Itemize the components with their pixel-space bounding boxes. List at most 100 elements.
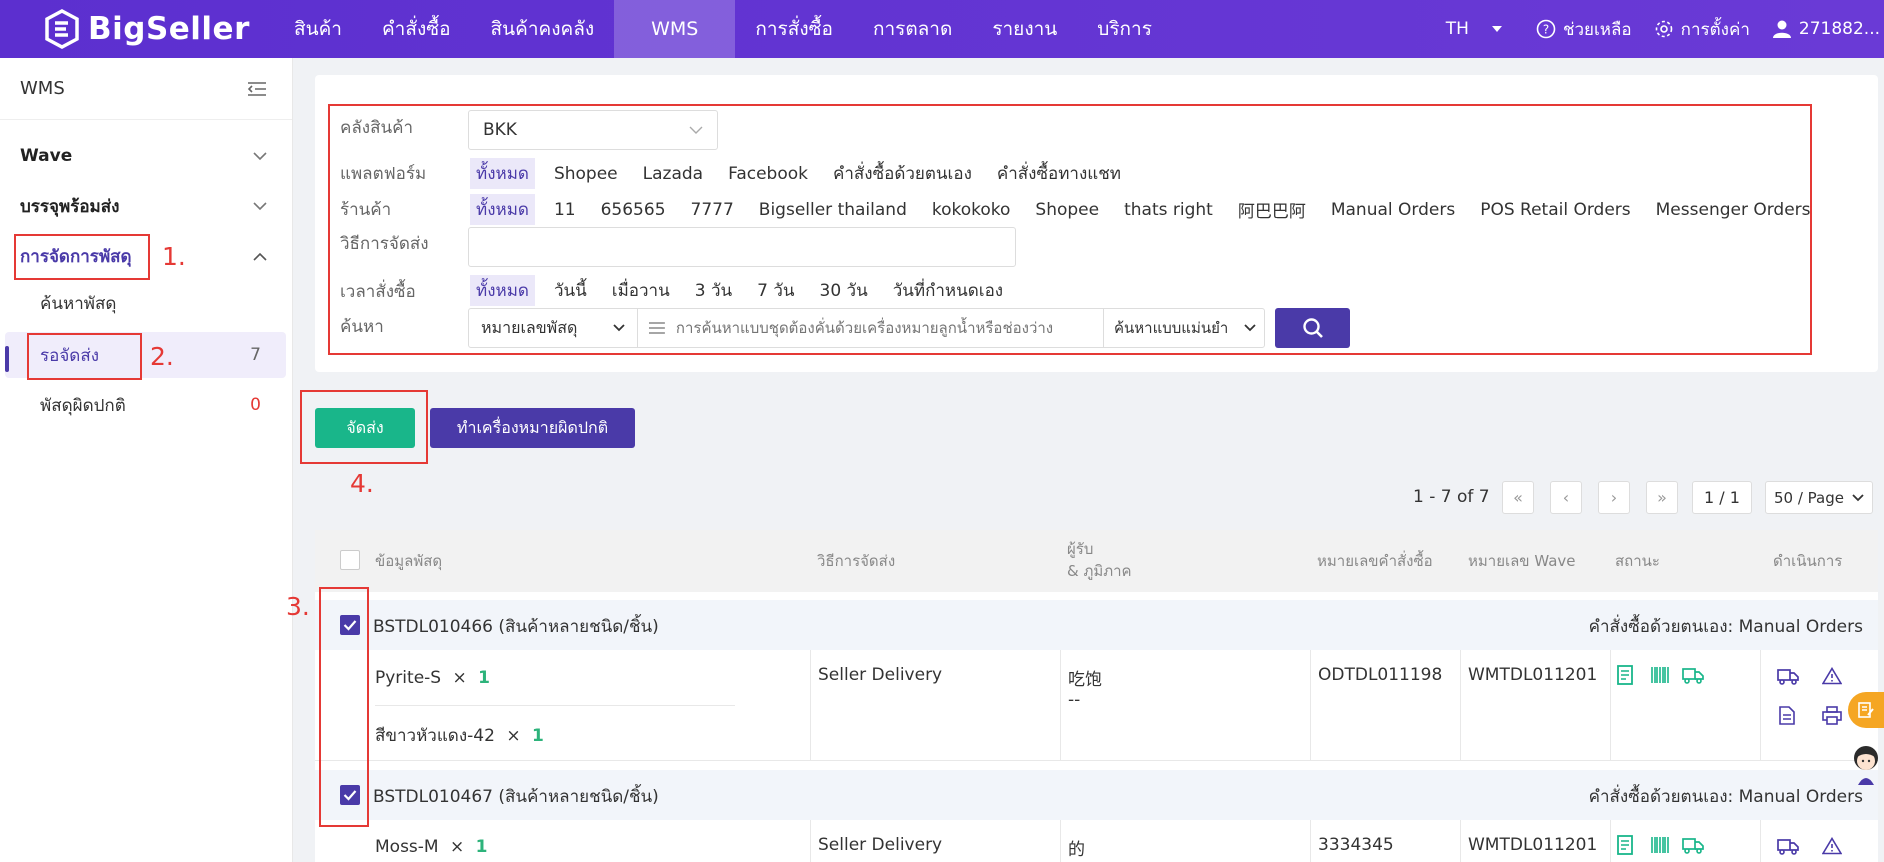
item-name-text: Moss-M bbox=[375, 837, 439, 857]
item-quantity: 1 bbox=[531, 726, 544, 746]
bigseller-logo-icon bbox=[45, 9, 79, 49]
warning-icon[interactable] bbox=[1822, 667, 1842, 685]
mark-abnormal-button[interactable]: ทำเครื่องหมายผิดปกติ bbox=[430, 408, 635, 448]
nav-inventory[interactable]: สินค้าคงคลัง bbox=[471, 0, 615, 58]
item-quantity: 1 bbox=[478, 668, 490, 688]
double-chevron-right-icon: » bbox=[1657, 488, 1667, 507]
column-divider bbox=[1060, 650, 1061, 760]
header-shipping-method: วิธีการจัดส่ง bbox=[817, 552, 896, 570]
wave-number[interactable]: WMTDL011201 bbox=[1468, 835, 1597, 855]
row-divider bbox=[315, 760, 1878, 761]
shipped-truck-icon bbox=[1682, 838, 1704, 854]
chevron-up-icon bbox=[253, 252, 267, 261]
floating-feedback-button[interactable] bbox=[1848, 692, 1884, 728]
help-link[interactable]: ? ช่วยเหลือ bbox=[1536, 16, 1632, 43]
sidebar-group-label: Wave bbox=[20, 146, 73, 166]
nav-orders[interactable]: คำสั่งซื้อ bbox=[362, 0, 471, 58]
print-icon[interactable] bbox=[1822, 706, 1842, 725]
nav-products[interactable]: สินค้า bbox=[274, 0, 362, 58]
last-page-button[interactable]: » bbox=[1646, 481, 1678, 514]
column-divider bbox=[1610, 650, 1611, 760]
item-name-text: Pyrite-S bbox=[375, 668, 442, 688]
svg-text:?: ? bbox=[1543, 23, 1549, 37]
item-name: สีขาวหัวแดง-42 × 1 bbox=[375, 722, 544, 749]
column-divider bbox=[1760, 820, 1761, 862]
sidebar-item-search-parcel[interactable]: ค้นหาพัสดุ bbox=[5, 280, 286, 326]
prev-page-button[interactable]: ‹ bbox=[1550, 481, 1582, 514]
edit-note-icon bbox=[1858, 702, 1874, 718]
language-label: TH bbox=[1445, 19, 1469, 39]
sidebar-header: WMS bbox=[0, 58, 292, 120]
chevron-right-icon: › bbox=[1610, 488, 1618, 507]
nav-services[interactable]: บริการ bbox=[1077, 0, 1172, 58]
sidebar-item-label: ค้นหาพัสดุ bbox=[40, 293, 117, 314]
warning-icon[interactable] bbox=[1822, 837, 1842, 855]
column-divider bbox=[1760, 650, 1761, 760]
invoice-printed-icon bbox=[1617, 665, 1633, 685]
barcode-icon bbox=[1651, 667, 1669, 683]
header-operations: ดำเนินการ bbox=[1773, 552, 1843, 570]
multiply-sign: × bbox=[452, 668, 467, 688]
package-id: BSTDL010466 (สินค้าหลายชนิด/ชิ้น) bbox=[373, 617, 659, 637]
annotation-step-4: 4. bbox=[350, 469, 374, 498]
collapse-menu-icon[interactable] bbox=[247, 81, 267, 97]
chevron-down-icon bbox=[1852, 493, 1864, 501]
header-status: สถานะ bbox=[1615, 552, 1660, 570]
sidebar-group-wave[interactable]: Wave bbox=[0, 138, 293, 174]
support-avatar[interactable] bbox=[1848, 740, 1884, 786]
highlight-box-ship-button bbox=[300, 390, 428, 464]
annotation-step-1: 1. bbox=[162, 242, 186, 271]
nav-reports[interactable]: รายงาน bbox=[972, 0, 1077, 58]
page-size-select[interactable]: 50 / Page bbox=[1765, 481, 1873, 514]
select-all-checkbox[interactable] bbox=[340, 550, 360, 570]
first-page-button[interactable]: « bbox=[1502, 481, 1534, 514]
shipped-truck-icon bbox=[1682, 668, 1704, 684]
document-icon[interactable] bbox=[1779, 706, 1795, 725]
brand-logo[interactable]: BigSeller bbox=[44, 9, 274, 49]
shipping-method: Seller Delivery bbox=[818, 835, 943, 855]
ship-truck-icon[interactable] bbox=[1777, 838, 1799, 855]
sidebar-item-count: 0 bbox=[250, 395, 261, 415]
gear-icon bbox=[1655, 20, 1672, 38]
header-region: & ภูมิภาค bbox=[1067, 562, 1132, 580]
item-name: Pyrite-S × 1 bbox=[375, 668, 490, 688]
header-recipient: ผู้รับ bbox=[1067, 540, 1094, 558]
multiply-sign: × bbox=[450, 837, 465, 857]
column-divider bbox=[1310, 820, 1311, 862]
nav-marketing[interactable]: การตลาด bbox=[853, 0, 972, 58]
settings-link[interactable]: การตั้งค่า bbox=[1654, 16, 1750, 43]
customer-service-avatar-icon bbox=[1854, 746, 1878, 785]
sidebar-item-count: 7 bbox=[250, 345, 261, 365]
double-chevron-left-icon: « bbox=[1513, 488, 1523, 507]
filter-highlight-box bbox=[328, 104, 1812, 355]
nav-wms[interactable]: WMS bbox=[614, 0, 736, 58]
order-number[interactable]: ODTDL011198 bbox=[1318, 665, 1442, 685]
header-wave-number: หมายเลข Wave bbox=[1468, 552, 1576, 570]
sidebar-group-packing[interactable]: บรรจุพร้อมส่ง bbox=[0, 188, 293, 224]
recipient-name: 的 bbox=[1068, 840, 1085, 860]
sidebar-item-abnormal-parcel[interactable]: พัสดุผิดปกติ 0 bbox=[5, 382, 286, 428]
order-number[interactable]: 3334345 bbox=[1318, 835, 1394, 855]
page-indicator[interactable]: 1 / 1 bbox=[1692, 481, 1752, 514]
user-menu[interactable]: 271882... bbox=[1772, 19, 1880, 39]
nav-purchasing[interactable]: การสั่งซื้อ bbox=[735, 0, 853, 58]
next-page-button[interactable]: › bbox=[1598, 481, 1630, 514]
package-id: BSTDL010467 (สินค้าหลายชนิด/ชิ้น) bbox=[373, 787, 659, 807]
page-size-value: 50 / Page bbox=[1774, 488, 1844, 507]
ship-truck-icon[interactable] bbox=[1777, 668, 1799, 685]
user-name: 271882... bbox=[1798, 19, 1880, 39]
sidebar: WMS Wave บรรจุพร้อมส่ง การจัดการพัสดุ ค้… bbox=[0, 58, 293, 862]
language-select[interactable]: TH bbox=[1446, 19, 1504, 39]
column-divider bbox=[1310, 650, 1311, 760]
chevron-down-icon bbox=[253, 201, 267, 210]
shipping-method: Seller Delivery bbox=[818, 665, 943, 685]
annotation-step-3: 3. bbox=[286, 592, 310, 621]
multiply-sign: × bbox=[506, 726, 521, 746]
column-divider bbox=[810, 650, 811, 760]
column-divider bbox=[810, 820, 811, 862]
brand-name: BigSeller bbox=[88, 11, 250, 47]
item-name-text: สีขาวหัวแดง-42 bbox=[375, 726, 495, 746]
sidebar-title: WMS bbox=[20, 78, 65, 99]
annotation-step-2: 2. bbox=[150, 342, 174, 371]
wave-number[interactable]: WMTDL011201 bbox=[1468, 665, 1597, 685]
